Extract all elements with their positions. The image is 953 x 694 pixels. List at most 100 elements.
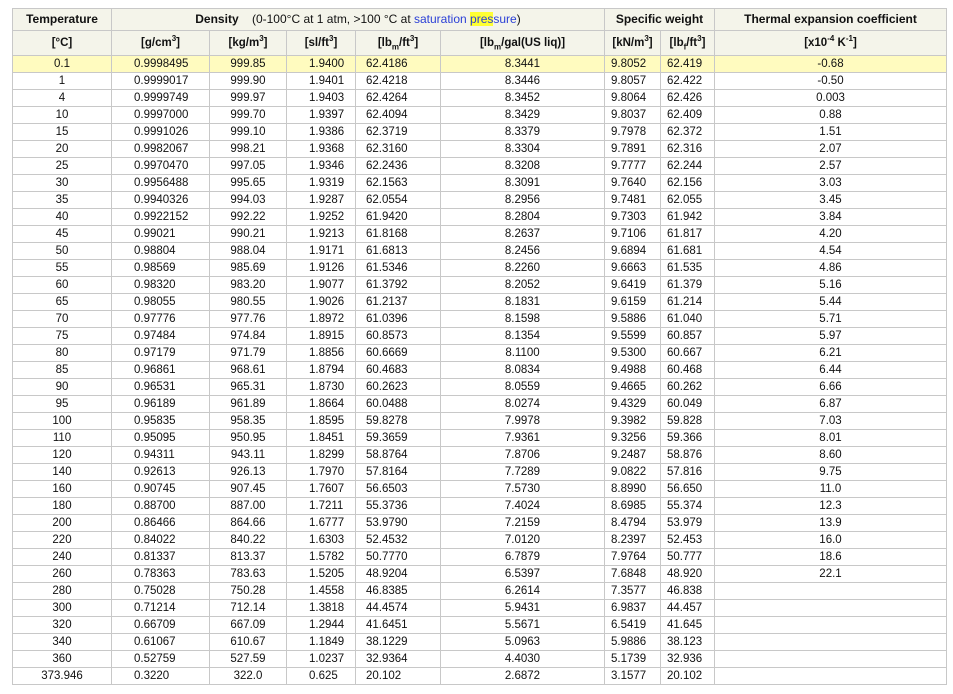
cell-density-g-cm3: 0.9991026 (112, 124, 210, 141)
cell-density-kg-m3: 864.66 (210, 515, 287, 532)
cell-specific-weight-lbf-ft3: 48.920 (661, 566, 715, 583)
density-label: Density (195, 12, 239, 26)
table-row: 110 0.95095 950.95 1.8451 59.3659 7.9361 9.325… (12, 430, 947, 447)
cell-temperature: 110 (12, 430, 112, 447)
cell-density-lbm-ft3: 53.9790 (356, 515, 441, 532)
cell-temperature: 160 (12, 481, 112, 498)
cell-density-kg-m3: 994.03 (210, 192, 287, 209)
cell-density-sl-ft3: 1.8972 (287, 311, 356, 328)
cell-temperature: 300 (12, 600, 112, 617)
table-row: 10 0.9997000 999.70 1.9397 62.4094 8.3429 9.80… (12, 107, 947, 124)
cell-specific-weight-lbf-ft3: 62.419 (661, 56, 715, 73)
cell-density-sl-ft3: 1.1849 (287, 634, 356, 651)
header-specific-weight: Specific weight (605, 8, 715, 31)
cell-density-lbm-ft3: 62.0554 (356, 192, 441, 209)
cell-density-lbm-gal: 6.7879 (441, 549, 605, 566)
cell-density-lbm-ft3: 61.5346 (356, 260, 441, 277)
cell-density-g-cm3: 0.9998495 (112, 56, 210, 73)
cell-thermal-expansion: 2.57 (715, 158, 947, 175)
cell-density-lbm-gal: 8.3446 (441, 73, 605, 90)
cell-density-g-cm3: 0.9997000 (112, 107, 210, 124)
table-row: 85 0.96861 968.61 1.8794 60.4683 8.0834 9.4988… (12, 362, 947, 379)
cell-specific-weight-lbf-ft3: 61.942 (661, 209, 715, 226)
cell-density-g-cm3: 0.9982067 (112, 141, 210, 158)
table-row: 180 0.88700 887.00 1.7211 55.3736 7.4024 8.698… (12, 498, 947, 515)
cell-density-lbm-ft3: 50.7770 (356, 549, 441, 566)
unit-lbm-ft3: [lbm/ft3] (356, 31, 441, 56)
cell-thermal-expansion: 6.44 (715, 362, 947, 379)
cell-density-lbm-ft3: 62.4094 (356, 107, 441, 124)
cell-density-g-cm3: 0.84022 (112, 532, 210, 549)
unit-kg-m3-post: ] (263, 37, 268, 49)
table-row: 15 0.9991026 999.10 1.9386 62.3719 8.3379 9.79… (12, 124, 947, 141)
pressure-link[interactable]: pressure (470, 12, 517, 26)
cell-density-g-cm3: 0.9922152 (112, 209, 210, 226)
cell-temperature: 55 (12, 260, 112, 277)
cell-density-kg-m3: 813.37 (210, 549, 287, 566)
header-thermal-expansion: Thermal expansion coefficient (715, 8, 947, 31)
cell-temperature: 15 (12, 124, 112, 141)
cell-specific-weight-lbf-ft3: 62.055 (661, 192, 715, 209)
cell-density-kg-m3: 971.79 (210, 345, 287, 362)
cell-specific-weight-lbf-ft3: 62.409 (661, 107, 715, 124)
cell-density-lbm-gal: 8.1100 (441, 345, 605, 362)
cell-density-lbm-ft3: 62.2436 (356, 158, 441, 175)
density-note: (0-100°C at 1 atm, >100 °C at saturation… (252, 12, 521, 26)
cell-density-lbm-gal: 8.0274 (441, 396, 605, 413)
cell-thermal-expansion: -0.68 (715, 56, 947, 73)
table-row: 45 0.99021 990.21 1.9213 61.8168 8.2637 9.7106… (12, 226, 947, 243)
cell-density-sl-ft3: 1.9386 (287, 124, 356, 141)
cell-density-sl-ft3: 1.9346 (287, 158, 356, 175)
cell-temperature: 360 (12, 651, 112, 668)
unit-kn-m3-pre: [kN/m (612, 37, 645, 49)
cell-temperature: 45 (12, 226, 112, 243)
cell-density-g-cm3: 0.98569 (112, 260, 210, 277)
cell-density-lbm-ft3: 59.8278 (356, 413, 441, 430)
cell-specific-weight-lbf-ft3: 61.214 (661, 294, 715, 311)
saturation-link[interactable]: saturation (414, 12, 467, 26)
table-row: 90 0.96531 965.31 1.8730 60.2623 8.0559 9.4665… (12, 379, 947, 396)
cell-density-g-cm3: 0.96861 (112, 362, 210, 379)
cell-thermal-expansion: 13.9 (715, 515, 947, 532)
unit-lbf-ft3-post: ] (701, 37, 706, 49)
cell-density-sl-ft3: 1.9403 (287, 90, 356, 107)
cell-specific-weight-kn-m3: 9.3256 (605, 430, 661, 447)
cell-specific-weight-lbf-ft3: 60.857 (661, 328, 715, 345)
cell-temperature: 1 (12, 73, 112, 90)
cell-density-lbm-gal: 7.9361 (441, 430, 605, 447)
unit-thermal-mid: K (834, 37, 846, 49)
cell-density-kg-m3: 992.22 (210, 209, 287, 226)
cell-thermal-expansion: -0.50 (715, 73, 947, 90)
cell-density-kg-m3: 988.04 (210, 243, 287, 260)
cell-specific-weight-lbf-ft3: 53.979 (661, 515, 715, 532)
cell-temperature: 50 (12, 243, 112, 260)
cell-temperature: 373.946 (12, 668, 112, 685)
cell-density-g-cm3: 0.97484 (112, 328, 210, 345)
cell-temperature: 60 (12, 277, 112, 294)
cell-density-lbm-gal: 8.0834 (441, 362, 605, 379)
cell-specific-weight-lbf-ft3: 60.262 (661, 379, 715, 396)
cell-density-lbm-ft3: 57.8164 (356, 464, 441, 481)
cell-specific-weight-kn-m3: 9.7978 (605, 124, 661, 141)
table-row: 60 0.98320 983.20 1.9077 61.3792 8.2052 9.6419… (12, 277, 947, 294)
cell-density-lbm-gal: 8.1598 (441, 311, 605, 328)
table-row: 100 0.95835 958.35 1.8595 59.8278 7.9978 9.398… (12, 413, 947, 430)
cell-density-kg-m3: 980.55 (210, 294, 287, 311)
cell-density-sl-ft3: 1.8915 (287, 328, 356, 345)
cell-density-sl-ft3: 1.8730 (287, 379, 356, 396)
unit-g-cm3-post: ] (176, 37, 180, 49)
cell-specific-weight-kn-m3: 9.6894 (605, 243, 661, 260)
cell-specific-weight-kn-m3: 9.4988 (605, 362, 661, 379)
cell-density-g-cm3: 0.88700 (112, 498, 210, 515)
cell-density-sl-ft3: 1.8856 (287, 345, 356, 362)
cell-density-kg-m3: 995.65 (210, 175, 287, 192)
cell-density-lbm-ft3: 32.9364 (356, 651, 441, 668)
cell-specific-weight-kn-m3: 9.7481 (605, 192, 661, 209)
unit-kg-m3: [kg/m3] (210, 31, 287, 56)
cell-density-lbm-gal: 7.4024 (441, 498, 605, 515)
cell-specific-weight-kn-m3: 9.6159 (605, 294, 661, 311)
cell-density-kg-m3: 610.67 (210, 634, 287, 651)
unit-thermal: [x10-4 K-1] (715, 31, 947, 56)
cell-density-kg-m3: 527.59 (210, 651, 287, 668)
cell-density-g-cm3: 0.97179 (112, 345, 210, 362)
